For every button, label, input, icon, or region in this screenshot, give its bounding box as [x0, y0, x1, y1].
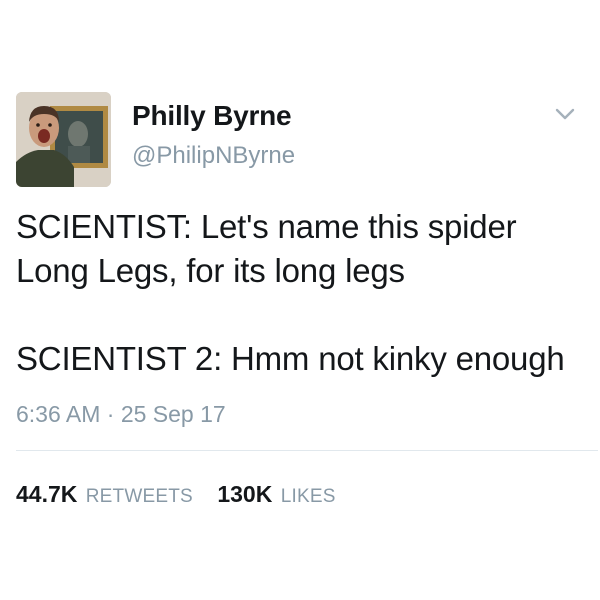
avatar[interactable]: [16, 92, 111, 187]
retweets-stat[interactable]: 44.7K RETWEETS: [16, 481, 193, 508]
display-name[interactable]: Philly Byrne: [132, 100, 292, 132]
tweet-stats: 44.7K RETWEETS 130K LIKES: [16, 481, 354, 508]
tweet-text: SCIENTIST: Let's name this spider Long L…: [16, 208, 565, 377]
retweets-label: RETWEETS: [85, 486, 193, 507]
likes-count: 130K: [217, 481, 273, 507]
tweet-card: Philly Byrne @PhilipNByrne SCIENTIST: Le…: [0, 0, 600, 600]
user-handle[interactable]: @PhilipNByrne: [132, 142, 295, 170]
retweets-count: 44.7K: [16, 481, 78, 507]
likes-label: LIKES: [280, 486, 336, 507]
likes-stat[interactable]: 130K LIKES: [217, 481, 335, 508]
chevron-down-icon[interactable]: [552, 104, 578, 124]
avatar-photo-icon: [16, 92, 111, 187]
divider: [16, 450, 598, 451]
tweet-timestamp[interactable]: 6:36 AM · 25 Sep 17: [16, 401, 226, 428]
